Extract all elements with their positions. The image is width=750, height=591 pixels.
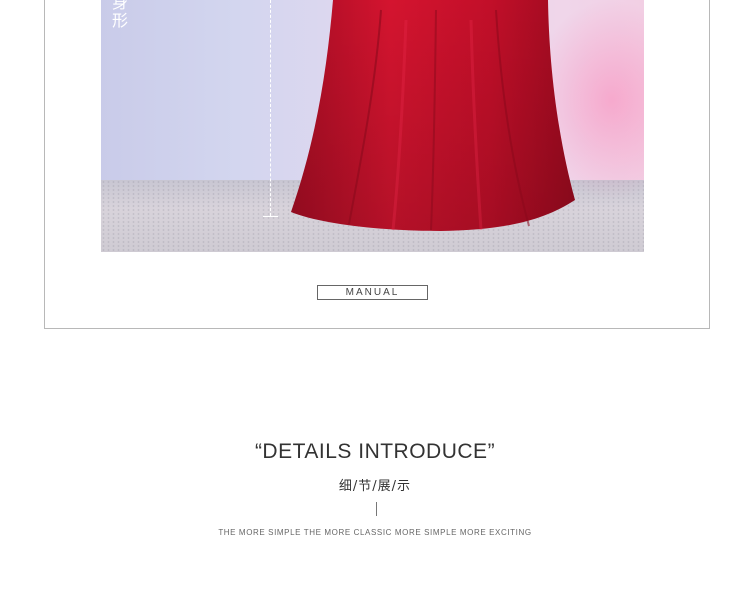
height-measure-line [270, 0, 271, 216]
height-measure-cap [263, 216, 278, 217]
vertical-divider [376, 502, 377, 516]
details-tagline: THE MORE SIMPLE THE MORE CLASSIC MORE SI… [218, 528, 532, 537]
red-dress-illustration [291, 0, 644, 231]
details-subtitle: 细/节/展/示 [338, 479, 412, 494]
body-height-label: 身形 [111, 0, 128, 30]
manual-label: MANUAL [317, 285, 428, 300]
details-title: “DETAILS INTRODUCE” [254, 440, 496, 463]
product-photo [101, 0, 644, 252]
